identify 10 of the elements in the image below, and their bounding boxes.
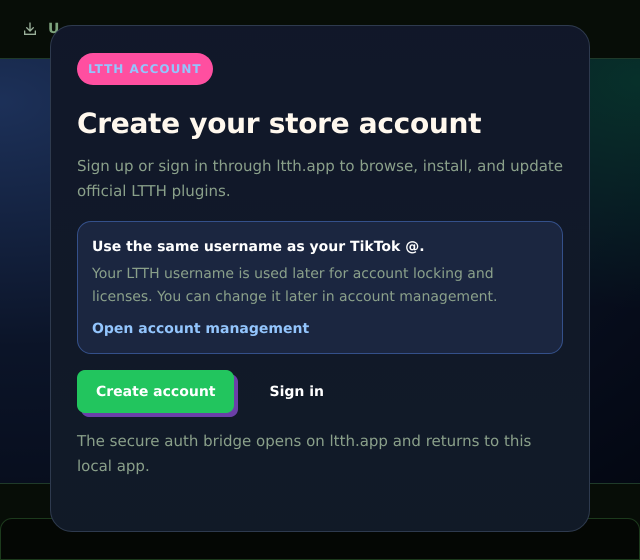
nav-label[interactable]: U: [48, 21, 60, 38]
account-management-link[interactable]: Open account management: [92, 321, 310, 337]
account-badge: LTTH ACCOUNT: [77, 53, 213, 85]
sign-in-button[interactable]: Sign in: [250, 370, 343, 413]
notice-text: Your LTTH username is used later for account locking and licenses. You can change it later in account management.: [92, 265, 498, 307]
notice-heading: Use the same username as your TikTok @.: [92, 239, 426, 255]
footnote-text: The secure auth bridge opens on ltth.app and returns to this local app.: [77, 431, 532, 477]
intro-text: Sign up or sign in through ltth.app to browse, install, and update official LTTH plugins.: [77, 156, 563, 202]
download-icon: [22, 21, 38, 38]
dialog-title: Create your store account: [77, 107, 482, 140]
